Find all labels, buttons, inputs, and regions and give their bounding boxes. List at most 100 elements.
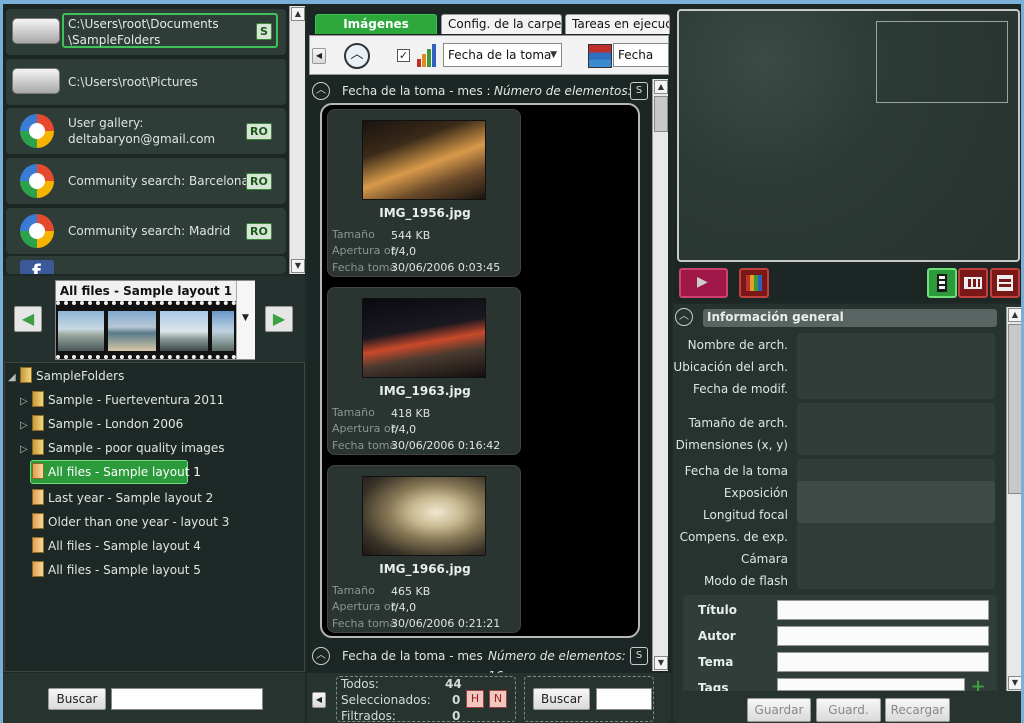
photo-aperture-label: Apertura ob — [332, 244, 398, 257]
bar-chart-bar — [417, 59, 421, 67]
group-1-badge[interactable]: S — [630, 82, 648, 100]
arrow-right-icon: ▶ — [272, 309, 286, 328]
tree-item-label: Older than one year - layout 3 — [48, 515, 230, 529]
subject-input[interactable] — [777, 652, 989, 672]
photo-card[interactable]: IMG_1966.jpg Tamaño 465 KB Apertura ob f… — [327, 465, 521, 633]
slideshow-button[interactable]: ▶ — [679, 268, 728, 298]
expand-arrow-icon: ▷ — [20, 396, 28, 407]
tree-item-label: All files - Sample layout 5 — [48, 563, 201, 577]
location-facebook[interactable]: f — [6, 256, 286, 274]
info-collapse-icon[interactable]: ︿ — [675, 308, 693, 326]
scroll-up-icon[interactable]: ▲ — [1008, 308, 1022, 322]
center-search-button[interactable]: Buscar — [533, 688, 590, 710]
sort-field-select[interactable]: Fecha de la toma ▼ — [443, 43, 562, 67]
tags-input[interactable] — [777, 678, 965, 691]
title-label: Título — [698, 603, 737, 617]
photo-aperture: f/4,0 — [391, 245, 417, 258]
info-scrollbar[interactable]: ▲ ▼ — [1006, 307, 1022, 691]
layout-dropdown-button[interactable]: ▼ — [236, 281, 255, 359]
info-section-title: Información general — [707, 310, 844, 324]
layout-folder-icon — [32, 537, 44, 553]
status-scroll-left[interactable]: ◀ — [312, 692, 326, 708]
location-barcelona[interactable]: Community search: Barcelona RO — [6, 158, 286, 204]
tree-item-layout-4[interactable]: All files - Sample layout 4 — [32, 536, 201, 556]
location-madrid[interactable]: Community search: Madrid RO — [6, 208, 286, 254]
view-columns-button[interactable] — [958, 268, 988, 298]
info-box-size — [797, 403, 995, 455]
tree-item-london[interactable]: ▷ Sample - London 2006 — [20, 414, 183, 436]
collapse-icon: ︿ — [312, 647, 330, 665]
tree-item-fuerteventura[interactable]: ▷ Sample - Fuerteventura 2011 — [20, 390, 224, 412]
save-common-button[interactable]: Guard. com — [816, 698, 881, 722]
tree-item-layout-5[interactable]: All files - Sample layout 5 — [32, 560, 201, 580]
hide-selected-button[interactable]: H — [466, 690, 484, 708]
left-search-button[interactable]: Buscar — [48, 688, 106, 710]
field-dimensions: Dimensiones (x, y) — [675, 438, 788, 452]
layout-filmstrip[interactable]: All files - Sample layout 1 ▼ — [55, 280, 255, 360]
tree-item-layout-3[interactable]: Older than one year - layout 3 — [32, 512, 229, 532]
scroll-thumb[interactable] — [654, 96, 668, 132]
field-date-taken: Fecha de la toma — [684, 464, 788, 478]
scroll-thumb[interactable] — [1008, 324, 1022, 494]
photo-aperture: f/4,0 — [391, 423, 417, 436]
show-none-button[interactable]: N — [489, 690, 507, 708]
tree-item-label: Sample - poor quality images — [48, 441, 225, 455]
location-barcelona-badge: RO — [246, 173, 272, 190]
location-pictures[interactable]: C:\Users\root\Pictures — [6, 59, 286, 105]
field-location: Ubicación del arch. — [673, 360, 788, 374]
chevron-down-icon: ▼ — [550, 50, 557, 60]
scroll-up-icon[interactable]: ▲ — [654, 80, 668, 94]
scroll-down-icon[interactable]: ▼ — [654, 656, 668, 670]
view-details-button[interactable] — [990, 268, 1020, 298]
collapse-all-button[interactable]: ︿ — [344, 43, 370, 69]
tree-item-layout-1[interactable]: All files - Sample layout 1 — [32, 462, 201, 482]
left-search-input[interactable] — [111, 688, 263, 710]
tree-item-layout-2[interactable]: Last year - Sample layout 2 — [32, 488, 213, 508]
location-documents-badge: S — [256, 23, 272, 40]
reload-button[interactable]: Recargar — [885, 698, 950, 722]
sort-field-select-2[interactable]: Fecha — [613, 43, 669, 67]
arrow-left-icon: ◀ — [21, 309, 35, 328]
add-tag-icon[interactable]: + — [968, 678, 988, 691]
group-checkbox[interactable]: ✓ — [397, 49, 410, 62]
scroll-up-icon[interactable]: ▲ — [291, 7, 305, 21]
histogram-button[interactable] — [739, 268, 769, 298]
locations-scrollbar[interactable]: ▲ ▼ — [289, 6, 305, 274]
navigator-frame — [876, 21, 1008, 103]
save-button[interactable]: Guardar — [747, 698, 811, 722]
scroll-down-icon[interactable]: ▼ — [1008, 676, 1022, 690]
photo-filename: IMG_1966.jpg — [379, 562, 471, 576]
field-exposure-comp: Compens. de exp. — [679, 530, 788, 544]
photo-date-label: Fecha toma — [332, 617, 397, 630]
tree-item-poor-quality[interactable]: ▷ Sample - poor quality images — [20, 438, 225, 460]
tree-item-label: All files - Sample layout 1 — [48, 465, 201, 479]
next-layout-button[interactable]: ▶ — [265, 306, 293, 332]
field-camera: Cámara — [740, 552, 788, 566]
group-header-1[interactable]: ︿ Fecha de la toma - mes : Número de ele… — [310, 81, 648, 118]
group-header-2[interactable]: ︿ Fecha de la toma - mes Número de eleme… — [310, 646, 648, 683]
group-2-badge[interactable]: S — [630, 647, 648, 665]
center-scrollbar[interactable]: ▲ ▼ — [652, 79, 668, 671]
tree-root[interactable]: ◢ SampleFolders — [8, 366, 124, 388]
tab-folder-config[interactable]: Config. de la carpeta — [441, 14, 562, 34]
location-user-gallery[interactable]: User gallery: deltabaryon@gmail.com RO — [6, 108, 286, 154]
photo-card[interactable]: IMG_1956.jpg Tamaño 544 KB Apertura ob f… — [327, 109, 521, 277]
title-input[interactable] — [777, 600, 989, 620]
subject-label: Tema — [698, 655, 734, 669]
author-input[interactable] — [777, 626, 989, 646]
tab-images[interactable]: Imágenes — [315, 14, 437, 34]
tree-item-label: All files - Sample layout 4 — [48, 539, 201, 553]
expand-arrow-icon: ▷ — [20, 444, 28, 455]
toolbar-scroll-left[interactable]: ◀ — [312, 48, 326, 64]
facebook-icon: f — [20, 260, 54, 274]
color-list-icon — [588, 44, 612, 68]
scroll-down-icon[interactable]: ▼ — [291, 259, 305, 273]
photo-date-label: Fecha toma — [332, 261, 397, 274]
photo-size-label: Tamaño — [332, 406, 375, 419]
photo-size-label: Tamaño — [332, 584, 375, 597]
center-search-input[interactable] — [596, 688, 652, 710]
view-list-button[interactable] — [927, 268, 957, 298]
prev-layout-button[interactable]: ◀ — [14, 306, 42, 332]
photo-card[interactable]: IMG_1963.jpg Tamaño 418 KB Apertura ob f… — [327, 287, 521, 455]
tab-running-tasks[interactable]: Tareas en ejecución — [565, 14, 670, 34]
